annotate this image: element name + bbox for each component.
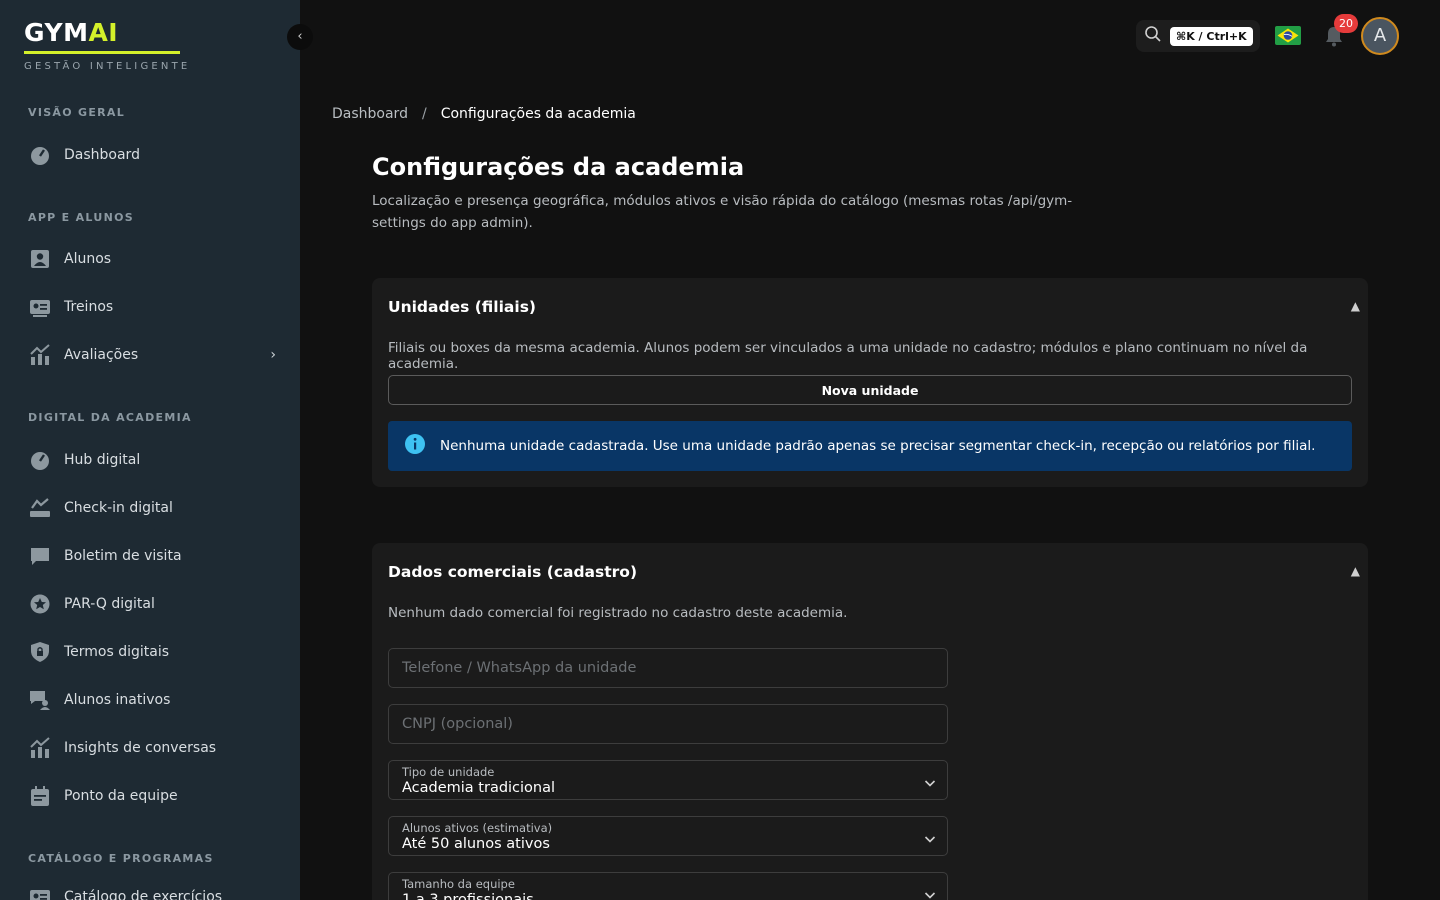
sidebar-item-alunos[interactable]: Alunos xyxy=(28,242,276,276)
no-units-alert: Nenhuma unidade cadastrada. Use uma unid… xyxy=(388,421,1352,471)
breadcrumb-current: Configurações da academia xyxy=(440,106,636,122)
calendar-icon xyxy=(28,785,52,807)
sidebar-item-alunos-inativos[interactable]: Alunos inativos xyxy=(28,683,276,717)
team-size-select[interactable]: Tamanho da equipe 1 a 3 profissionais xyxy=(388,872,948,900)
team-size-label: Tamanho da equipe xyxy=(402,877,515,891)
page-title: Configurações da academia xyxy=(372,153,745,181)
sidebar-collapse-button[interactable]: ‹ xyxy=(287,24,313,50)
sidebar-item-parq[interactable]: PAR-Q digital xyxy=(28,587,276,621)
sidebar-item-label: Ponto da equipe xyxy=(64,788,178,804)
sidebar-item-dashboard[interactable]: Dashboard xyxy=(28,138,276,172)
new-unit-button[interactable]: Nova unidade xyxy=(388,375,1352,405)
chevron-right-icon: › xyxy=(270,347,276,363)
brand-tagline: GESTÃO INTELIGENTE xyxy=(24,61,191,72)
sidebar-item-label: Avaliações xyxy=(64,347,139,363)
analytics-icon xyxy=(28,737,52,759)
chevron-down-icon xyxy=(923,887,937,900)
sidebar-item-label: PAR-Q digital xyxy=(64,596,155,612)
collapse-up-icon[interactable]: ▲ xyxy=(1351,564,1360,578)
star-badge-icon xyxy=(28,593,52,615)
comment-icon xyxy=(28,545,52,567)
chevron-down-icon xyxy=(923,831,937,845)
nav-section-app-students: APP E ALUNOS xyxy=(28,211,134,224)
collapse-up-icon[interactable]: ▲ xyxy=(1351,299,1360,313)
cnpj-input[interactable] xyxy=(388,704,948,744)
brazil-flag-icon[interactable] xyxy=(1275,26,1301,45)
nav-section-digital: DIGITAL DA ACADEMIA xyxy=(28,411,192,424)
sidebar-item-label: Treinos xyxy=(64,299,114,315)
sidebar-item-avaliacoes[interactable]: Avaliações › xyxy=(28,338,276,372)
team-size-value: 1 a 3 profissionais xyxy=(402,892,534,900)
id-card-icon xyxy=(28,886,52,900)
search-button[interactable]: ⌘K / Ctrl+K xyxy=(1136,20,1260,52)
unit-type-select[interactable]: Tipo de unidade Academia tradicional xyxy=(388,760,948,800)
gauge-icon xyxy=(28,144,52,166)
active-students-label: Alunos ativos (estimativa) xyxy=(402,821,553,835)
sidebar-item-insights[interactable]: Insights de conversas xyxy=(28,731,276,765)
search-icon xyxy=(1144,25,1162,47)
sidebar-item-checkin[interactable]: Check-in digital xyxy=(28,491,276,525)
shortcut-hint: ⌘K / Ctrl+K xyxy=(1170,26,1253,46)
sidebar-item-label: Check-in digital xyxy=(64,500,173,516)
sidebar-item-catalogo[interactable]: Catálogo de exercícios xyxy=(28,880,276,900)
unit-type-label: Tipo de unidade xyxy=(402,765,495,779)
brand-name: GYMAI xyxy=(24,18,190,48)
notification-count-badge: 20 xyxy=(1334,14,1358,33)
brand-name-accent: AI xyxy=(88,18,119,47)
bell-icon xyxy=(1322,27,1346,52)
sidebar-item-hub-digital[interactable]: Hub digital xyxy=(28,443,276,477)
units-card-description: Filiais ou boxes da mesma academia. Alun… xyxy=(388,340,1308,372)
sidebar-item-boletim[interactable]: Boletim de visita xyxy=(28,539,276,573)
sidebar-item-ponto[interactable]: Ponto da equipe xyxy=(28,779,276,813)
checkin-icon xyxy=(28,497,52,519)
sidebar-item-label: Termos digitais xyxy=(64,644,170,660)
avatar[interactable]: A xyxy=(1361,17,1399,55)
nav-section-overview: VISÃO GERAL xyxy=(28,106,126,119)
active-students-select[interactable]: Alunos ativos (estimativa) Até 50 alunos… xyxy=(388,816,948,856)
sidebar-item-termos[interactable]: Termos digitais xyxy=(28,635,276,669)
gauge-icon xyxy=(28,449,52,471)
commercial-card: Dados comerciais (cadastro) ▲ Nenhum dad… xyxy=(372,543,1368,900)
nav-section-catalog: CATÁLOGO E PROGRAMAS xyxy=(28,852,214,865)
chevron-down-icon xyxy=(923,775,937,789)
commercial-card-title: Dados comerciais (cadastro) xyxy=(388,563,638,581)
breadcrumb-dashboard-link[interactable]: Dashboard xyxy=(332,106,408,122)
shield-lock-icon xyxy=(28,641,52,663)
brand-underline xyxy=(24,51,180,54)
unit-type-value: Academia tradicional xyxy=(402,780,556,796)
sidebar-item-label: Insights de conversas xyxy=(64,740,217,756)
active-students-value: Até 50 alunos ativos xyxy=(402,836,550,852)
breadcrumb: Dashboard / Configurações da academia xyxy=(332,106,636,122)
sidebar-item-label: Alunos xyxy=(64,251,112,267)
phone-whatsapp-input[interactable] xyxy=(388,648,948,688)
commercial-card-description: Nenhum dado comercial foi registrado no … xyxy=(388,605,848,621)
sidebar-item-label: Alunos inativos xyxy=(64,692,171,708)
page-description: Localização e presença geográfica, módul… xyxy=(372,193,1073,231)
sidebar-item-treinos[interactable]: Treinos xyxy=(28,290,276,324)
no-units-message: Nenhuma unidade cadastrada. Use uma unid… xyxy=(440,438,1316,454)
units-card-title: Unidades (filiais) xyxy=(388,298,536,316)
sidebar: GYMAI GESTÃO INTELIGENTE VISÃO GERAL Das… xyxy=(0,0,300,900)
sidebar-item-label: Dashboard xyxy=(64,147,140,163)
brand-name-main: GYM xyxy=(24,18,89,47)
info-icon xyxy=(404,433,426,459)
app-root: GYMAI GESTÃO INTELIGENTE VISÃO GERAL Das… xyxy=(0,0,1440,900)
sidebar-item-label: Hub digital xyxy=(64,452,141,468)
id-card-icon xyxy=(28,296,52,318)
breadcrumb-separator: / xyxy=(421,106,427,122)
chat-person-icon xyxy=(28,689,52,711)
sidebar-item-label: Catálogo de exercícios xyxy=(64,889,223,900)
analytics-icon xyxy=(28,344,52,366)
units-card: Unidades (filiais) ▲ Filiais ou boxes da… xyxy=(372,278,1368,487)
sidebar-item-label: Boletim de visita xyxy=(64,548,182,564)
person-icon xyxy=(28,248,52,270)
brand-logo[interactable]: GYMAI GESTÃO INTELIGENTE xyxy=(24,18,190,72)
